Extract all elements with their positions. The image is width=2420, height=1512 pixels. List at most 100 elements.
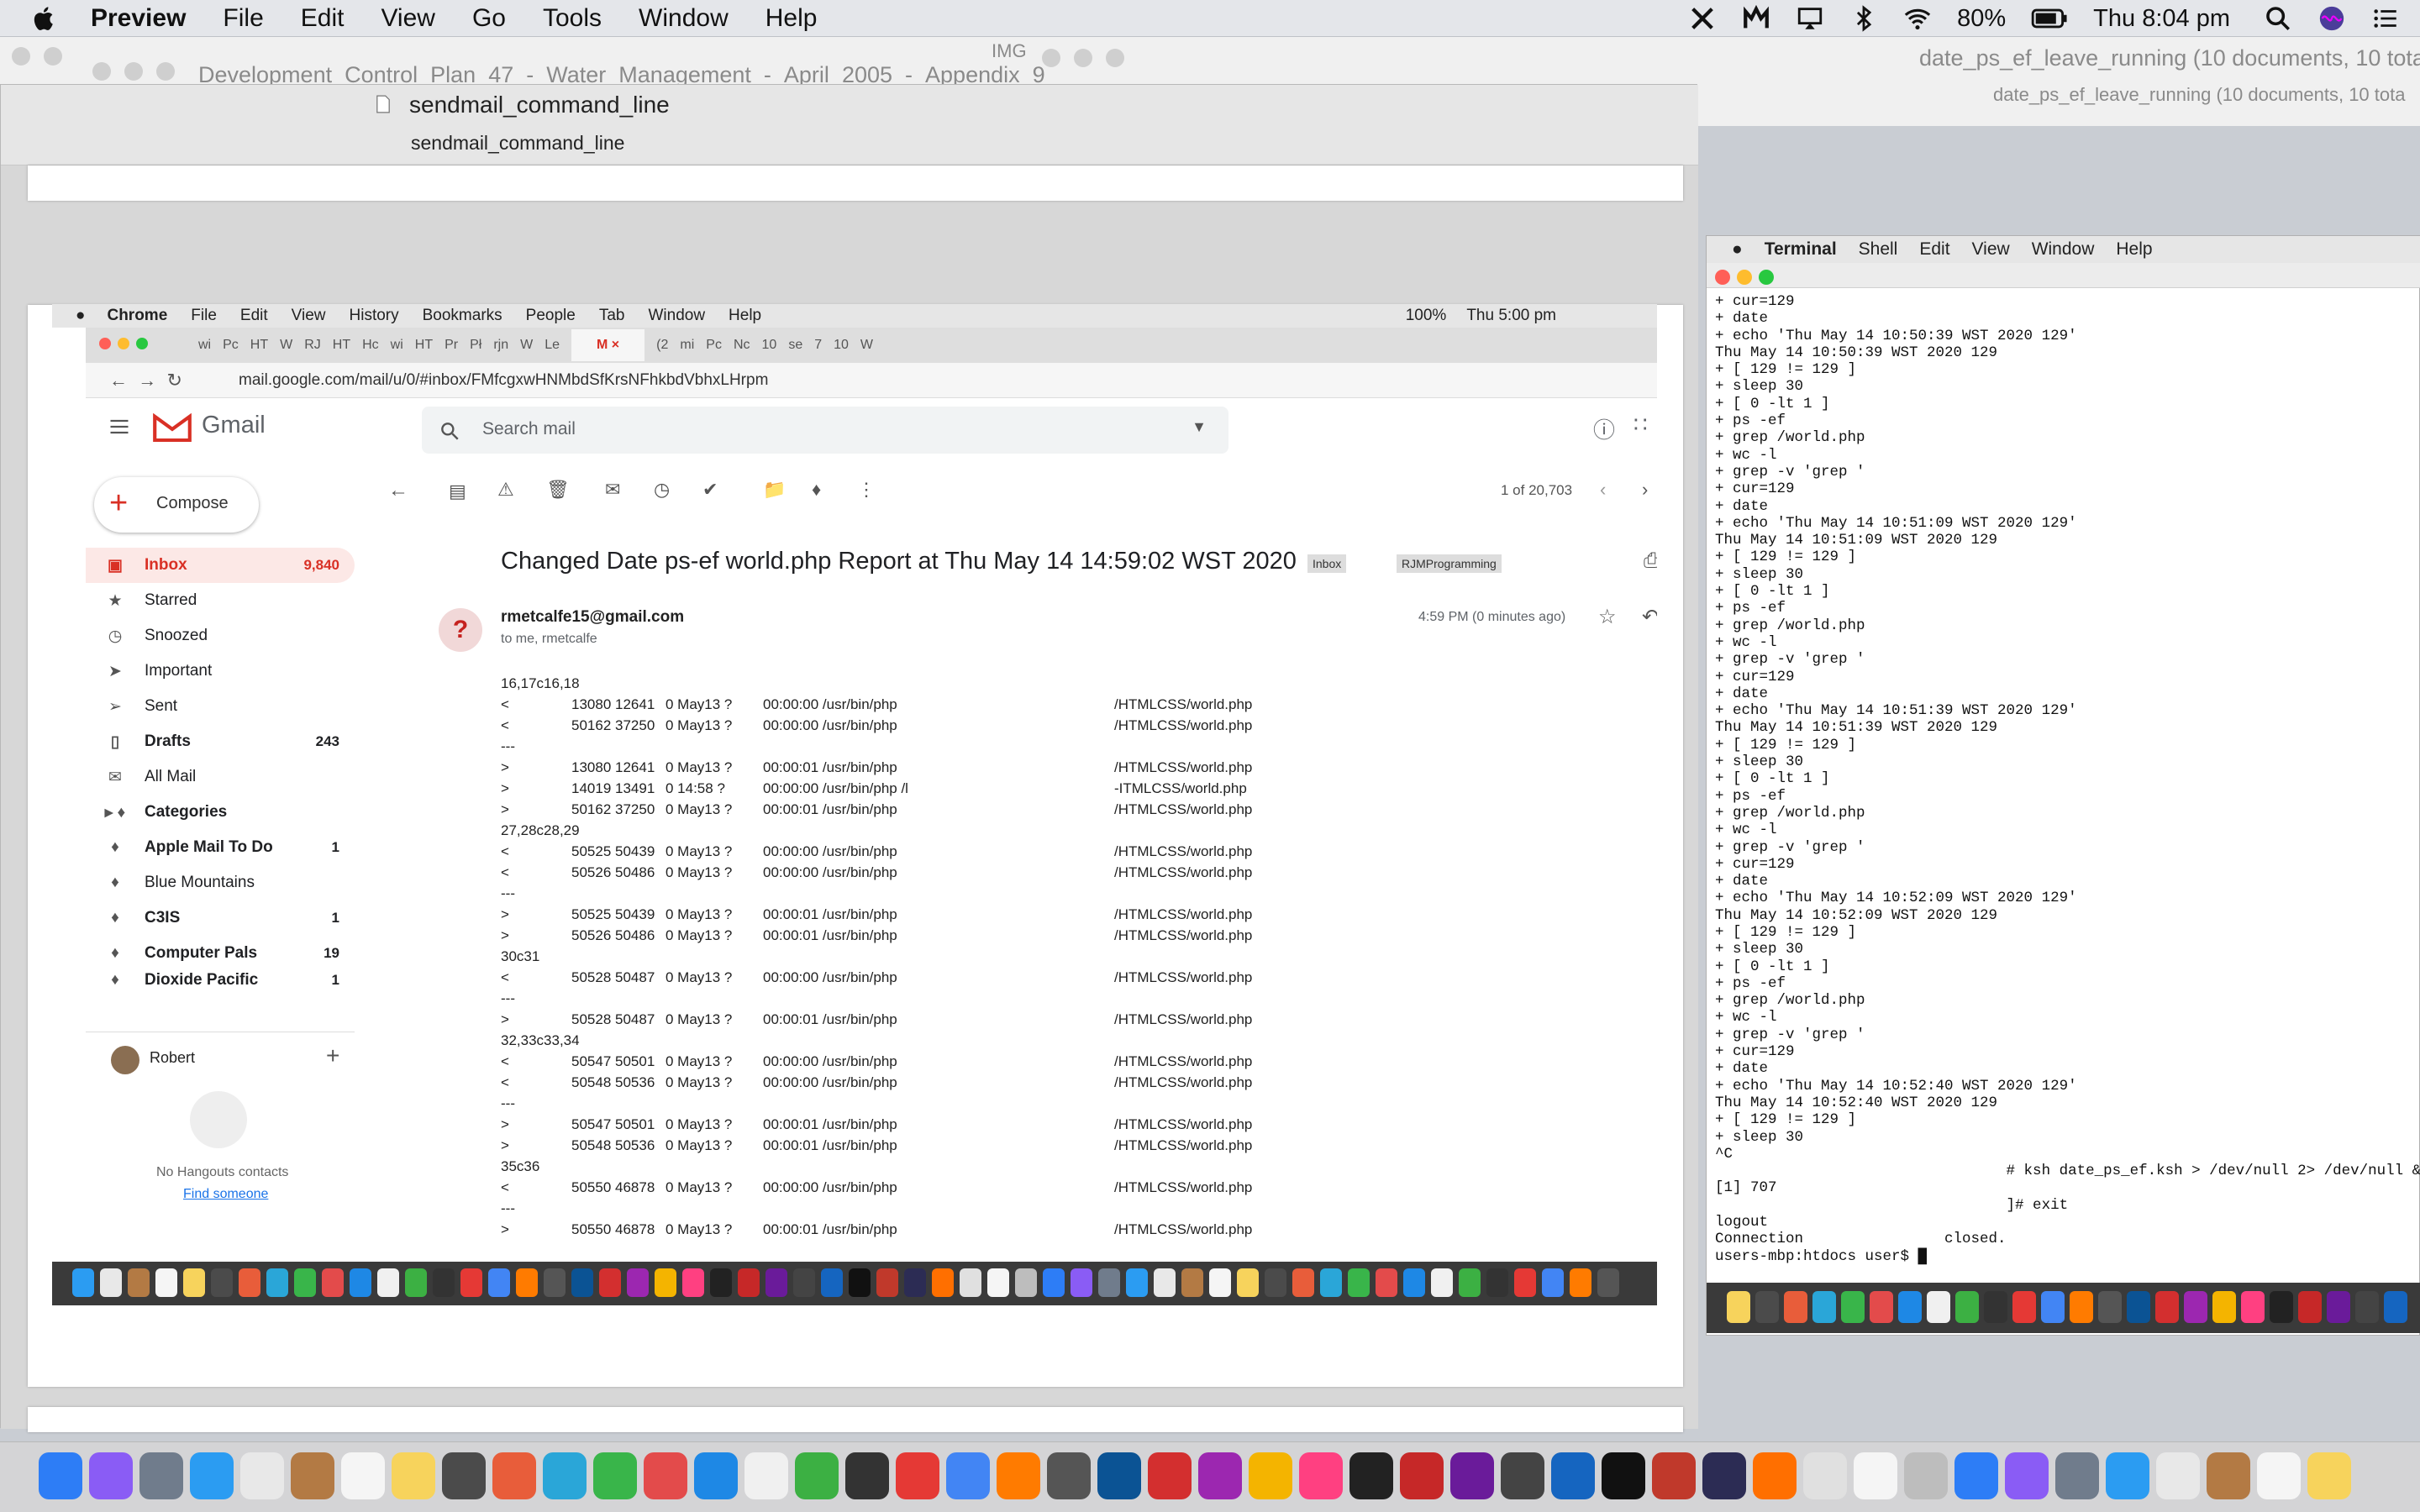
dock-app-icon[interactable] [1854,1452,1897,1499]
dock-app-icon[interactable] [1602,1452,1645,1499]
dock-app-icon[interactable] [1702,1452,1746,1499]
dock-app-icon[interactable] [1249,1452,1292,1499]
terminal-menu-view[interactable]: View [1972,239,2010,260]
dock-app-icon[interactable] [39,1452,82,1499]
tools-icon[interactable] [1688,4,1717,33]
dock-app-icon[interactable] [291,1452,334,1499]
email-body-cell: > [501,927,509,943]
dock-app-icon[interactable] [1803,1452,1847,1499]
minimize-button[interactable] [1737,270,1752,285]
dock-app-icon[interactable] [795,1452,839,1499]
dock-app-icon[interactable] [593,1452,637,1499]
dock-app-icon[interactable] [2156,1452,2200,1499]
dock-app-icon[interactable] [1753,1452,1797,1499]
zoom-button[interactable] [1759,270,1774,285]
email-body-cell: /HTMLCSS/world.php [1114,759,1253,775]
terminal-titlebar[interactable] [1707,263,2420,288]
email-body-cell: > [501,906,509,922]
menu-app-name[interactable]: Preview [91,4,186,33]
inner-dock-app-icon [987,1268,1009,1297]
dock-app-icon[interactable] [1299,1452,1343,1499]
bg-window-controls[interactable] [12,47,76,70]
email-body: 16,17c16,18 <13080 12641 0 May13 ? 00:00:00… [501,675,1657,1242]
dock-app-icon[interactable] [946,1452,990,1499]
menu-tools[interactable]: Tools [543,4,602,33]
dock-app-icon[interactable] [2005,1452,2049,1499]
wifi-icon[interactable] [1903,4,1932,33]
terminal-menu-window[interactable]: Window [2032,239,2095,260]
email-body-cell: 00:00:01 /usr/bin/php [763,1137,897,1153]
dock-app-icon[interactable] [1652,1452,1696,1499]
battery-icon[interactable] [2031,4,2068,33]
dock-app-icon[interactable] [89,1452,133,1499]
dock-app-icon[interactable] [1904,1452,1948,1499]
dock-app-icon[interactable] [190,1452,234,1499]
dock-app-icon[interactable] [997,1452,1040,1499]
preview-title[interactable]: sendmail_command_line [409,92,670,118]
dock-app-icon[interactable] [1551,1452,1595,1499]
menu-view[interactable]: View [381,4,434,33]
dock-app-icon[interactable] [896,1452,939,1499]
menu-help[interactable]: Help [765,4,818,33]
bluetooth-icon[interactable] [1849,4,1878,33]
terminal-menu-help[interactable]: Help [2116,239,2152,260]
dock-app-icon[interactable] [240,1452,284,1499]
siri-icon[interactable] [2317,4,2346,33]
terminal-output[interactable]: + cur=129 + date + echo 'Thu May 14 10:50:… [1715,293,2420,1265]
menu-edit[interactable]: Edit [301,4,345,33]
dock-app-icon[interactable] [1198,1452,1242,1499]
send-icon: ➢ [108,697,122,716]
dock-app-icon[interactable] [1400,1452,1444,1499]
terminal-menu-app[interactable]: Terminal [1765,239,1837,260]
inner-tab: se [788,338,803,352]
dock-app-icon[interactable] [442,1452,486,1499]
dock-app-icon[interactable] [2106,1452,2149,1499]
dock-app-icon[interactable] [543,1452,587,1499]
bg-window3-controls[interactable] [1042,49,1138,71]
inner-dock-app-icon [1376,1268,1397,1297]
terminal-dock-app-icon [2298,1291,2322,1323]
menu-window[interactable]: Window [639,4,729,33]
bg-doc2-title[interactable]: date_ps_ef_leave_running (10 documents, … [1919,45,2420,71]
dock-app-icon[interactable] [644,1452,687,1499]
dock-app-icon[interactable] [2207,1452,2250,1499]
menu-go[interactable]: Go [472,4,506,33]
terminal-line: + [ 129 != 129 ] [1715,549,1857,566]
dock-app-icon[interactable] [1954,1452,1998,1499]
dock-app-icon[interactable] [694,1452,738,1499]
bg-window2-controls[interactable] [92,62,188,85]
dock-app-icon[interactable] [1047,1452,1091,1499]
dock-app-icon[interactable] [2055,1452,2099,1499]
dock-app-icon[interactable] [139,1452,183,1499]
inner-dock-app-icon [571,1268,593,1297]
dock-app-icon[interactable] [492,1452,536,1499]
dock-app-icon[interactable] [744,1452,788,1499]
spotlight-search-icon[interactable] [2264,4,2292,33]
dock-app-icon[interactable] [392,1452,435,1499]
terminal-line: + cur=129 [1715,480,1795,498]
dock-app-icon[interactable] [845,1452,889,1499]
dock-app-icon[interactable] [341,1452,385,1499]
email-body-cell: /HTMLCSS/world.php [1114,1137,1253,1153]
terminal-menu-edit[interactable]: Edit [1919,239,1949,260]
notification-center-icon[interactable] [2371,4,2400,33]
dock-app-icon[interactable] [2257,1452,2301,1499]
clock[interactable]: Thu 8:04 pm [2093,5,2230,33]
malwarebytes-icon[interactable] [1742,4,1770,33]
terminal-menu-shell[interactable]: Shell [1859,239,1898,260]
dock-app-icon[interactable] [1349,1452,1393,1499]
close-button[interactable] [1715,270,1730,285]
inner-dock-app-icon [1486,1268,1508,1297]
inner-dock-app-icon [765,1268,787,1297]
inner-dock-app-icon [1292,1268,1314,1297]
menu-file[interactable]: File [223,4,263,33]
dock-app-icon[interactable] [1501,1452,1544,1499]
dock-app-icon[interactable] [1450,1452,1494,1499]
apple-icon[interactable] [30,4,59,33]
airplay-icon[interactable] [1796,4,1824,33]
dock-app-icon[interactable] [1097,1452,1141,1499]
terminal-line: + [ 0 -lt 1 ] [1715,770,1830,788]
label-chip-inbox: Inbox [1307,554,1347,573]
dock-app-icon[interactable] [1148,1452,1192,1499]
dock-app-icon[interactable] [2307,1452,2351,1499]
